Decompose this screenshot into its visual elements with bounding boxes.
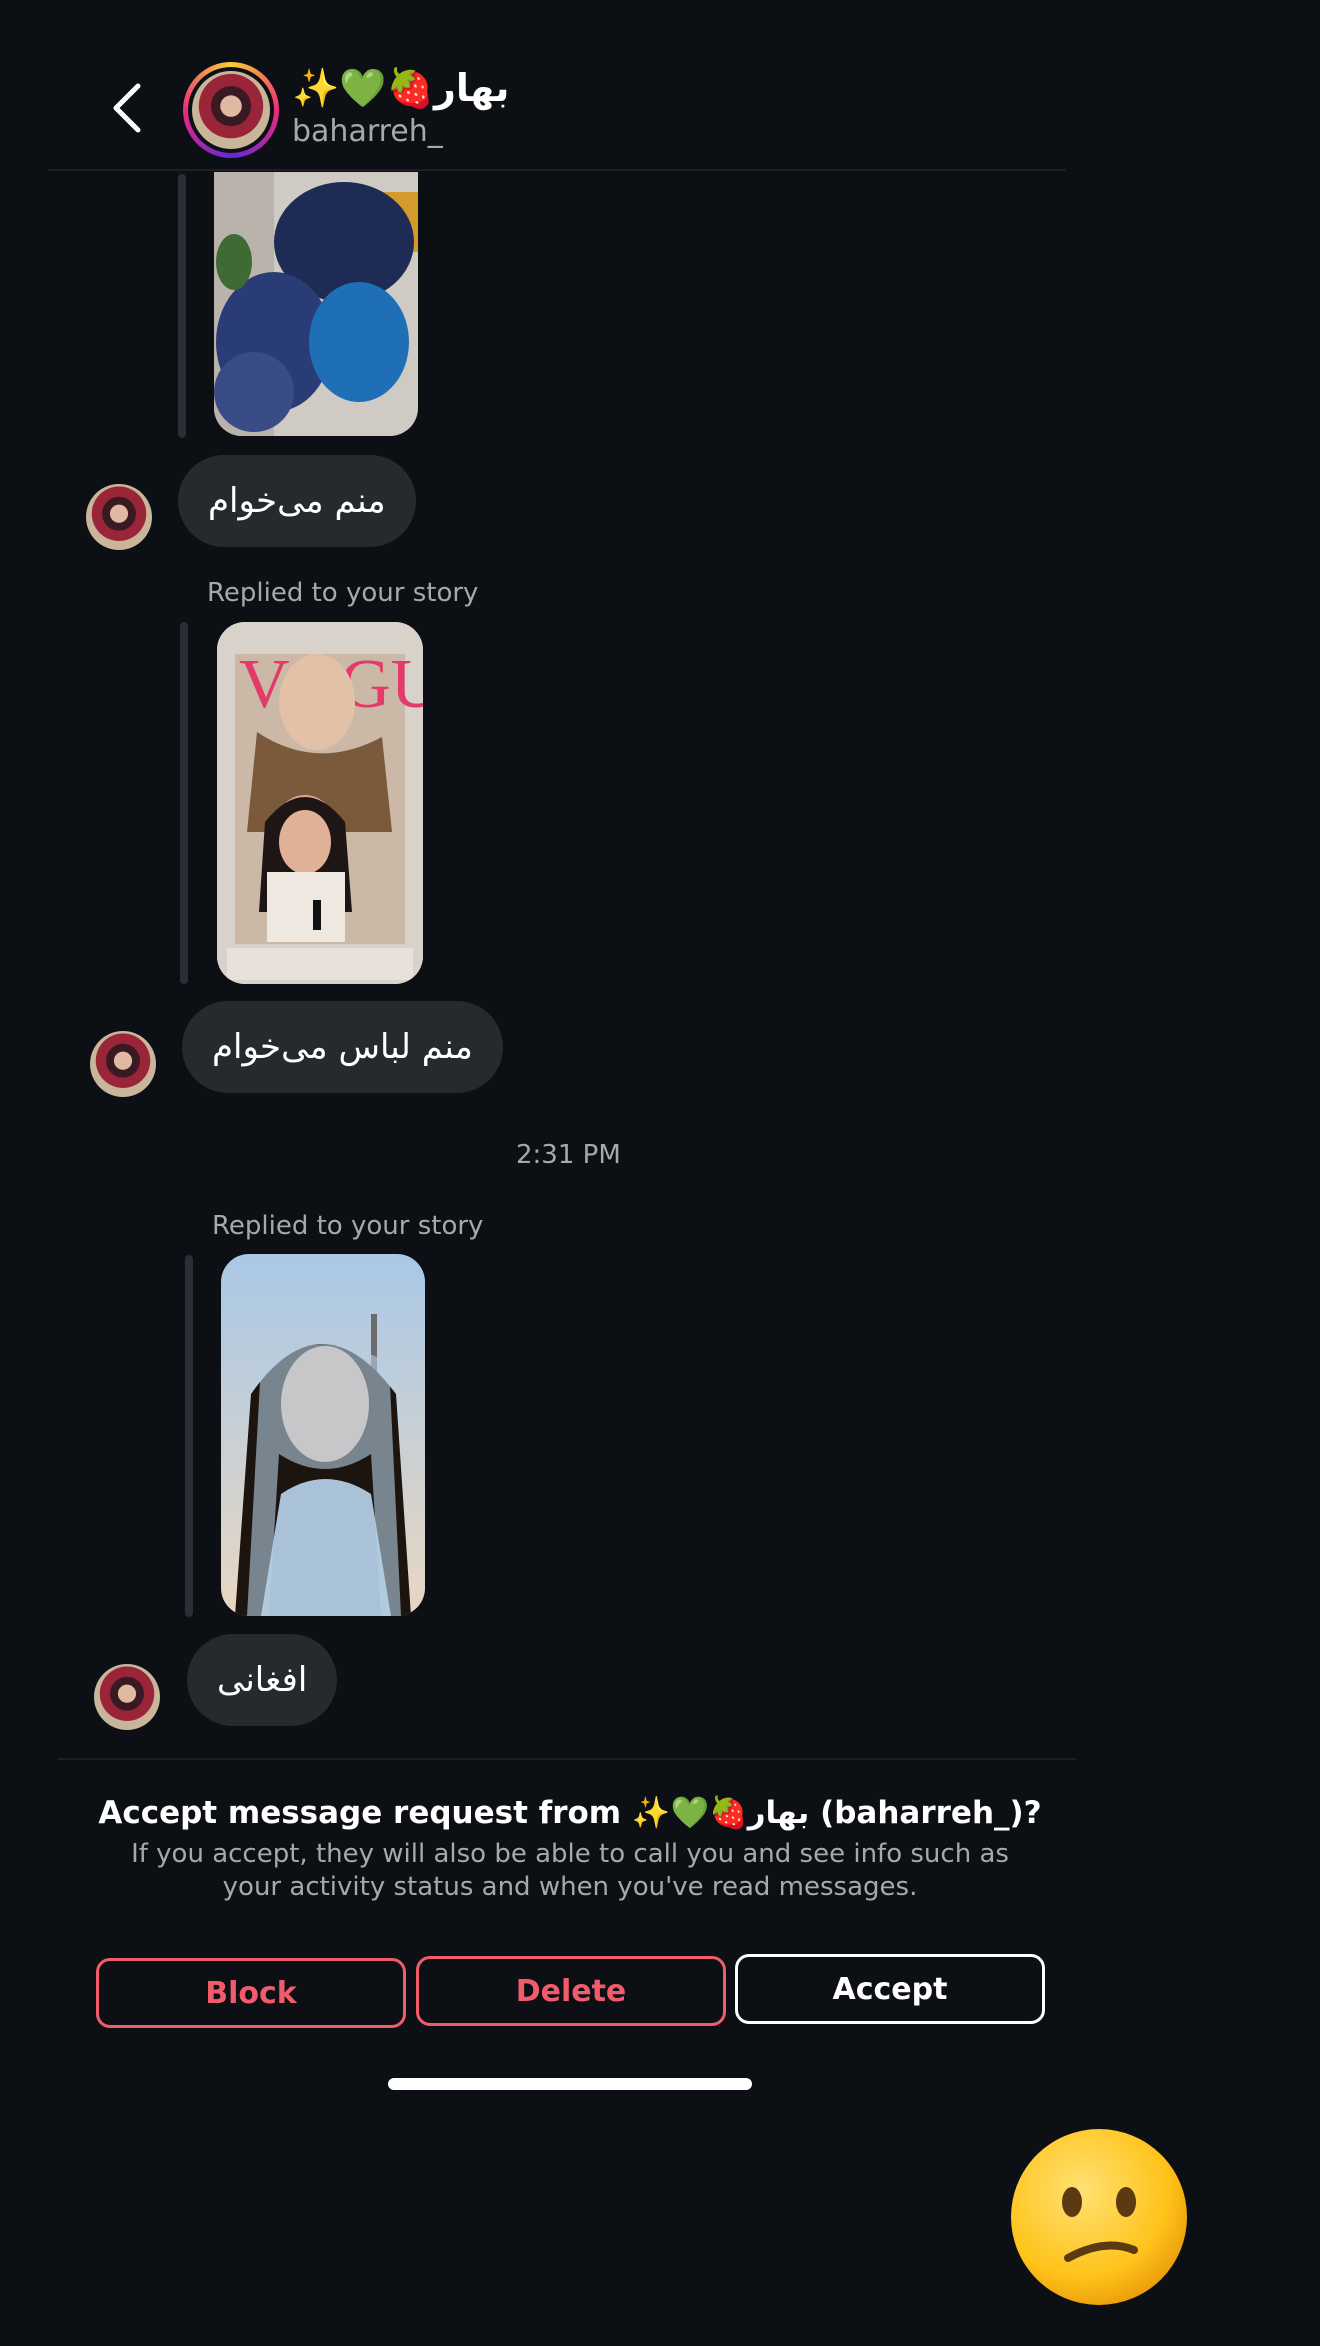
username[interactable]: baharreh_ xyxy=(292,114,443,149)
request-description: If you accept, they will also be able to… xyxy=(131,1839,1009,1902)
chevron-left-icon xyxy=(113,83,141,133)
message-bubble[interactable]: منم می‌خوام xyxy=(178,455,416,547)
request-divider xyxy=(58,1758,1076,1760)
sender-avatar[interactable] xyxy=(94,1664,160,1730)
story-reply-bar xyxy=(185,1255,193,1617)
story-thumbnail[interactable] xyxy=(214,172,418,436)
story-reply-bar xyxy=(178,174,186,438)
message-bubble[interactable]: افغانی xyxy=(187,1634,338,1726)
block-button[interactable]: Block xyxy=(96,1958,406,2028)
back-button[interactable] xyxy=(100,78,160,138)
delete-button[interactable]: Delete xyxy=(416,1956,726,2026)
story-thumbnail[interactable]: VOGUE xyxy=(217,622,423,984)
profile-avatar[interactable] xyxy=(183,62,279,158)
sender-avatar[interactable] xyxy=(90,1031,156,1097)
sender-avatar[interactable] xyxy=(86,484,152,550)
display-name[interactable]: ✨💚🍓بهار xyxy=(292,66,509,111)
story-thumbnail[interactable] xyxy=(221,1254,425,1616)
avatar xyxy=(192,71,270,149)
message-timestamp: 2:31 PM xyxy=(516,1140,621,1170)
accept-button[interactable]: Accept xyxy=(735,1954,1045,2024)
replied-to-story-label: Replied to your story xyxy=(212,1211,484,1241)
header-divider xyxy=(48,169,1066,171)
message-bubble[interactable]: منم لباس می‌خوام xyxy=(182,1001,503,1093)
home-indicator[interactable] xyxy=(388,2078,752,2090)
replied-to-story-label: Replied to your story xyxy=(207,578,479,608)
request-title: Accept message request from ✨💚🍓بهار (bah… xyxy=(98,1795,1042,1831)
story-reply-bar xyxy=(180,622,188,984)
confused-face-emoji-icon xyxy=(1010,2128,1188,2306)
